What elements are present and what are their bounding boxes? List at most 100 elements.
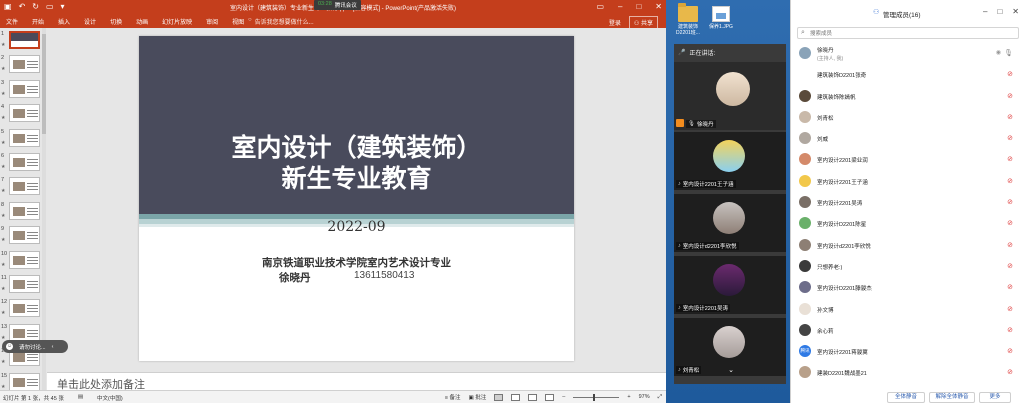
mic-muted-icon[interactable]: ⊘ (1007, 283, 1013, 291)
chevron-down-icon[interactable]: ⌄ (726, 366, 736, 374)
slide-thumbnail[interactable]: 4 ★ (0, 103, 42, 126)
mute-all-button[interactable]: 全体静音 (887, 392, 925, 403)
mic-muted-icon[interactable]: ⊘ (1007, 113, 1013, 121)
close-icon[interactable]: ✕ (1012, 7, 1019, 16)
member-row[interactable]: 建装D2201魏战墨21 ⊘ (791, 362, 1024, 383)
slide-thumbnail[interactable]: 15 ★ (0, 372, 42, 390)
slide-date[interactable]: 2022-09 (139, 219, 574, 235)
mic-on-icon[interactable]: 🎙 (1004, 49, 1013, 57)
slideshow-button[interactable] (545, 393, 555, 401)
mic-muted-icon[interactable]: ⊘ (1007, 134, 1013, 142)
member-row[interactable]: 只想养老:) ⊘ (791, 256, 1024, 277)
notes-toggle[interactable]: ≡ 备注 (445, 393, 461, 401)
mic-muted-icon[interactable]: ⊘ (1007, 177, 1013, 185)
slide-thumbnail[interactable]: 5 ★ (0, 128, 42, 151)
maximize-icon[interactable]: □ (636, 2, 641, 11)
customize-toolbar-icon[interactable]: ▾ (61, 2, 65, 11)
mic-muted-icon[interactable]: ⊘ (1007, 155, 1013, 163)
slide-presenter[interactable]: 徐晓丹 (279, 270, 311, 285)
desktop-image-file[interactable]: 保养1.JPG (706, 6, 736, 30)
slide-title[interactable]: 室内设计（建筑装饰） 新生专业教育 (139, 132, 574, 194)
ribbon-tab[interactable]: 文件 (6, 17, 18, 26)
thumbnail-scrollbar[interactable] (42, 28, 46, 390)
member-row[interactable]: 建筑装饰D2201张奇 ⊘ (791, 64, 1024, 85)
member-row[interactable]: 室内设计D2201滕骏杰 ⊘ (791, 277, 1024, 298)
member-row[interactable]: 建筑装饰陈嫣帆 ⊘ (791, 86, 1024, 107)
desktop-folder[interactable]: 建筑装饰D2201班... (673, 3, 703, 36)
slide-thumbnail[interactable]: 6 ★ (0, 152, 42, 175)
language-indicator[interactable]: 中文(中国) (97, 394, 123, 402)
close-icon[interactable]: ✕ (655, 2, 662, 11)
member-row[interactable]: 余心莉 ⊘ (791, 320, 1024, 341)
notes-pane[interactable]: 单击此处添加备注 (47, 372, 666, 391)
slide-thumbnail[interactable]: 1 ★ (0, 30, 42, 53)
comments-toggle[interactable]: ▣ 批注 (469, 393, 487, 401)
ribbon-options-icon[interactable]: ▭ (596, 2, 604, 11)
member-row[interactable]: 室内设计2201梁业润 ⊘ (791, 149, 1024, 170)
member-row[interactable]: 腾讯 室内设计2201蒋骏翼 ⊘ (791, 341, 1024, 362)
ribbon-tab[interactable]: 切换 (110, 17, 122, 26)
mic-muted-icon[interactable]: ⊘ (1007, 198, 1013, 206)
chevron-left-icon[interactable]: ‹ (52, 344, 54, 350)
ribbon-tab[interactable]: 幻灯片放映 (162, 17, 192, 26)
ribbon-tab[interactable]: 动画 (136, 17, 148, 26)
zoom-level[interactable]: 97% (639, 394, 650, 400)
member-search[interactable]: ⌕ (797, 27, 1019, 39)
slide-thumbnail[interactable]: 12 ★ (0, 298, 42, 321)
mic-muted-icon[interactable]: ⊘ (1007, 219, 1013, 227)
zoom-in-icon[interactable]: + (627, 394, 630, 400)
spellcheck-icon[interactable]: ▤ (78, 394, 83, 402)
video-tile[interactable]: ♪ 室内设计d2201李欣悦 (674, 192, 786, 252)
video-tile[interactable]: ♪ 室内设计2201吴涛 (674, 254, 786, 314)
slide-thumbnail[interactable]: 10 ★ (0, 250, 42, 273)
current-slide[interactable]: 室内设计（建筑装饰） 新生专业教育 2022-09 南京铁道职业技术学院室内艺术… (139, 36, 574, 361)
mic-muted-icon[interactable]: ⊘ (1007, 347, 1013, 355)
redo-icon[interactable]: ↻ (32, 2, 39, 11)
slide-school[interactable]: 南京铁道职业技术学院室内艺术设计专业 (139, 255, 574, 270)
scrollbar-thumb[interactable] (42, 34, 46, 134)
tell-me-box[interactable]: ○ 告诉我您想要做什么... (248, 17, 314, 26)
member-row[interactable]: 刘青松 ⊘ (791, 107, 1024, 128)
minimize-icon[interactable]: – (618, 2, 622, 11)
member-row[interactable]: 室内设计d2201李欣悦 ⊘ (791, 235, 1024, 256)
slide-thumbnail[interactable]: 3 ★ (0, 79, 42, 102)
member-row[interactable]: 室内设计2201吴涛 ⊘ (791, 192, 1024, 213)
slide-phone[interactable]: 13611580413 (354, 270, 414, 281)
ribbon-tab[interactable]: 审阅 (206, 17, 218, 26)
ribbon-tab[interactable]: 插入 (58, 17, 70, 26)
slide-sorter-button[interactable] (511, 393, 521, 401)
reading-view-button[interactable] (528, 393, 538, 401)
slide-thumbnail[interactable]: 11 ★ (0, 274, 42, 297)
member-row[interactable]: 孙文博 ⊘ (791, 299, 1024, 320)
mic-muted-icon[interactable]: ⊘ (1007, 368, 1013, 376)
fit-to-window-icon[interactable]: ⤢ (658, 394, 662, 401)
maximize-icon[interactable]: □ (997, 7, 1002, 16)
meeting-badge[interactable]: 03:28 腾讯会议 (314, 0, 361, 10)
ribbon-tab[interactable]: 开始 (32, 17, 44, 26)
sign-in-link[interactable]: 登录 (609, 18, 621, 27)
video-tile[interactable]: ♪ 室内设计2201王子涵 (674, 130, 786, 190)
mic-muted-icon[interactable]: ⊘ (1007, 326, 1013, 334)
start-slideshow-icon[interactable]: ▭ (46, 2, 54, 11)
mic-muted-icon[interactable]: ⊘ (1007, 241, 1013, 249)
ribbon-tab[interactable]: 设计 (84, 17, 96, 26)
member-row[interactable]: 室内设计D2201陈星 ⊘ (791, 213, 1024, 234)
unmute-all-button[interactable]: 解除全体静音 (929, 392, 975, 403)
slide-thumbnail[interactable]: 8 ★ (0, 201, 42, 224)
mic-muted-icon[interactable]: ⊘ (1007, 70, 1013, 78)
chat-popup[interactable]: ☺ 请勿讨论... ‹ (2, 340, 68, 353)
zoom-slider[interactable] (573, 393, 620, 401)
member-row[interactable]: 刘威 ⊘ (791, 128, 1024, 149)
video-tile-speaker[interactable]: 🎙 徐晓丹 (674, 60, 786, 130)
member-search-input[interactable] (810, 29, 1010, 38)
zoom-out-icon[interactable]: – (562, 394, 565, 400)
mic-muted-icon[interactable]: ⊘ (1007, 262, 1013, 270)
mic-muted-icon[interactable]: ⊘ (1007, 305, 1013, 313)
ribbon-tab[interactable]: 视图 (232, 17, 244, 26)
save-icon[interactable]: ▣ (4, 2, 12, 11)
normal-view-button[interactable] (494, 393, 504, 401)
member-row[interactable]: 室内设计2201王子涵 ⊘ (791, 171, 1024, 192)
member-row[interactable]: 徐晓丹 (主持人, 我) ◉ 🎙 (791, 43, 1024, 64)
more-button[interactable]: 更多 (979, 392, 1011, 403)
minimize-icon[interactable]: – (983, 7, 987, 16)
